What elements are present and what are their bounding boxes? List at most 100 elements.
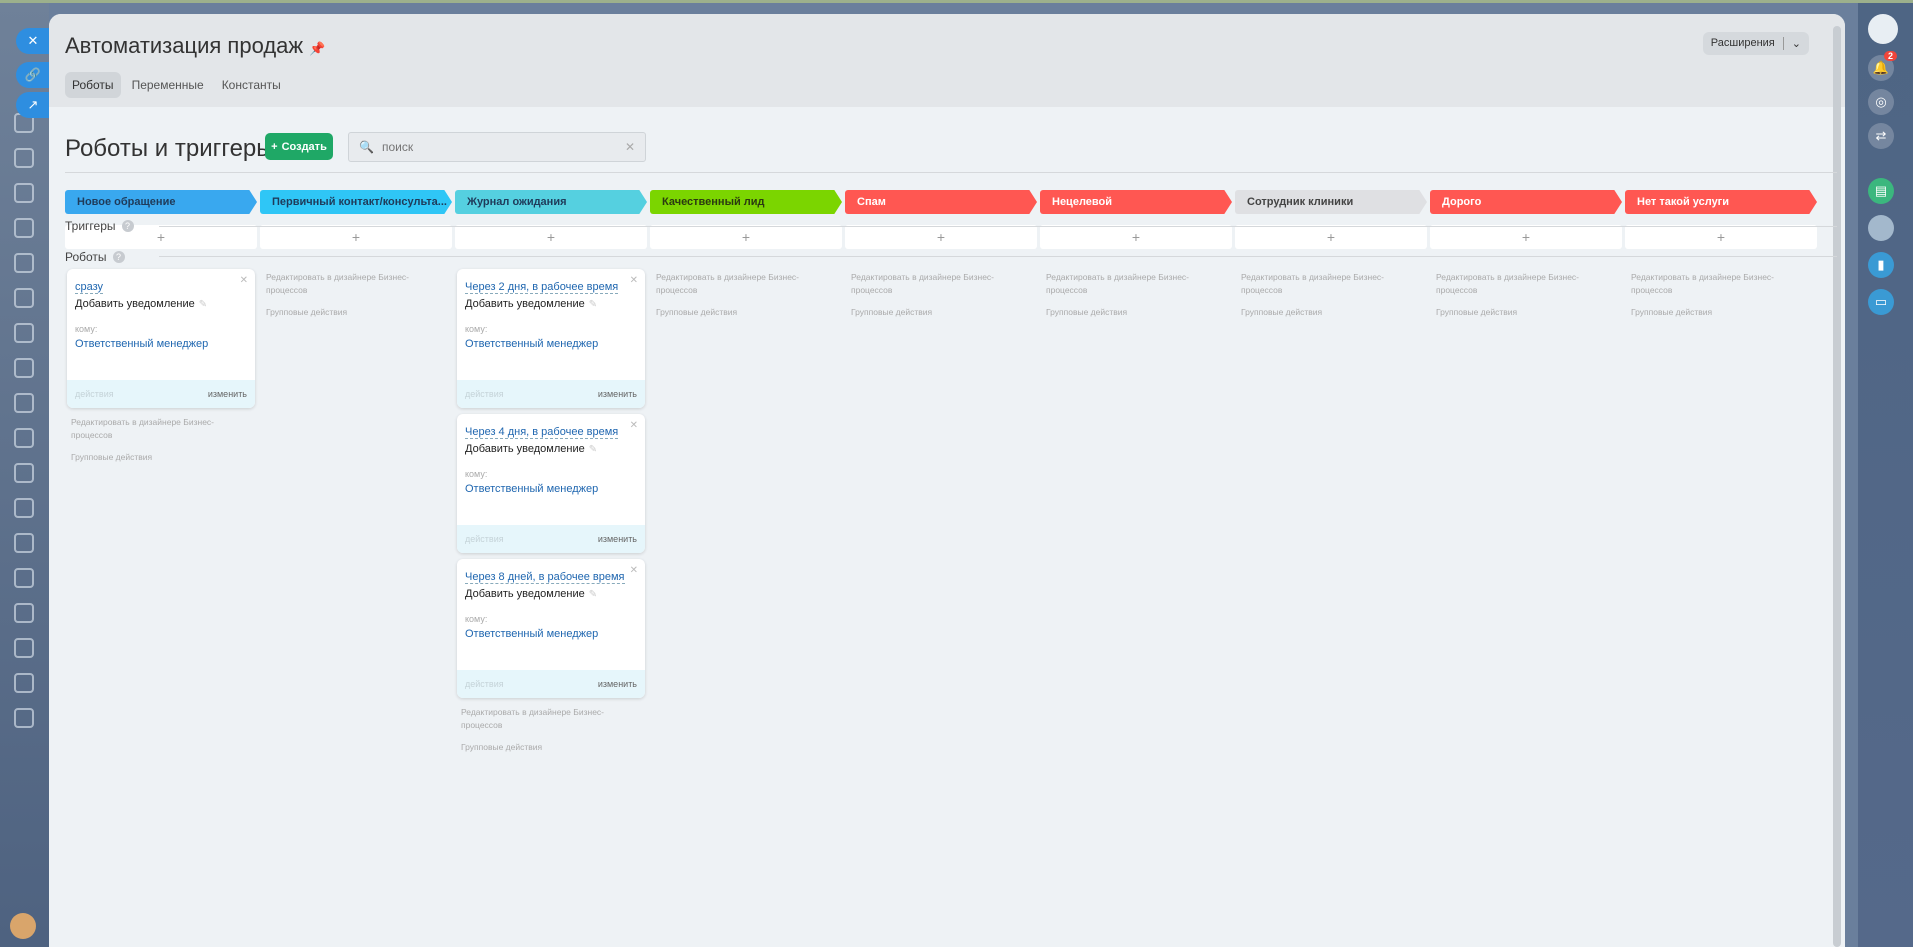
scrollbar[interactable] bbox=[1833, 26, 1841, 947]
stage-header[interactable]: Спам bbox=[845, 190, 1037, 214]
close-icon[interactable]: ✕ bbox=[630, 275, 638, 286]
designer-link[interactable]: Редактировать в дизайнере Бизнес-процесс… bbox=[67, 414, 255, 444]
group-actions-link[interactable]: Групповые действия bbox=[67, 444, 255, 462]
menu-icon[interactable] bbox=[14, 533, 34, 553]
menu-icon[interactable] bbox=[14, 463, 34, 483]
recipient-value[interactable]: Ответственный менеджер bbox=[75, 338, 247, 350]
menu-icon[interactable] bbox=[14, 253, 34, 273]
group-actions-link[interactable]: Групповые действия bbox=[652, 299, 840, 317]
menu-icon[interactable] bbox=[14, 568, 34, 588]
stage-header[interactable]: Нет такой услуги bbox=[1625, 190, 1817, 214]
robot-delay-link[interactable]: Через 4 дня, в рабочее время bbox=[465, 426, 619, 439]
edit-link[interactable]: изменить bbox=[208, 389, 247, 399]
create-button[interactable]: + Создать bbox=[265, 133, 333, 160]
user-avatar[interactable] bbox=[10, 913, 36, 939]
designer-link[interactable]: Редактировать в дизайнере Бизнес-процесс… bbox=[1237, 269, 1425, 299]
add-trigger-button[interactable]: + bbox=[1040, 225, 1232, 249]
contact-avatar[interactable] bbox=[1868, 215, 1894, 241]
menu-icon[interactable] bbox=[14, 603, 34, 623]
open-new-window-button[interactable]: ↗ bbox=[16, 92, 50, 118]
menu-icon[interactable] bbox=[14, 148, 34, 168]
close-icon[interactable]: ✕ bbox=[240, 275, 248, 286]
menu-icon[interactable] bbox=[14, 498, 34, 518]
actions-link[interactable]: действия bbox=[465, 679, 504, 689]
add-trigger-button[interactable]: + bbox=[1430, 225, 1622, 249]
messages-icon[interactable]: ▭ bbox=[1868, 289, 1894, 315]
robot-delay-link[interactable]: сразу bbox=[75, 281, 104, 294]
menu-icon[interactable] bbox=[14, 428, 34, 448]
close-icon[interactable]: ✕ bbox=[630, 420, 638, 431]
stage-header[interactable]: Нецелевой bbox=[1040, 190, 1232, 214]
menu-icon[interactable] bbox=[14, 288, 34, 308]
designer-link[interactable]: Редактировать в дизайнере Бизнес-процесс… bbox=[1627, 269, 1815, 299]
bell-icon[interactable]: 🔔 2 bbox=[1868, 51, 1898, 81]
edit-link[interactable]: изменить bbox=[598, 534, 637, 544]
target-icon[interactable]: ◎ bbox=[1868, 89, 1894, 115]
menu-icon[interactable] bbox=[14, 358, 34, 378]
designer-link[interactable]: Редактировать в дизайнере Бизнес-процесс… bbox=[262, 269, 450, 299]
menu-icon[interactable] bbox=[14, 393, 34, 413]
close-icon[interactable]: ✕ bbox=[630, 565, 638, 576]
pencil-icon[interactable]: ✎ bbox=[589, 444, 597, 455]
chat-icon[interactable]: ⇄ bbox=[1868, 123, 1894, 149]
stage-header[interactable]: Новое обращение bbox=[65, 190, 257, 214]
add-trigger-button[interactable]: + bbox=[455, 225, 647, 249]
help-icon[interactable]: ? bbox=[112, 251, 125, 263]
pencil-icon[interactable]: ✎ bbox=[199, 299, 207, 310]
add-trigger-button[interactable]: + bbox=[260, 225, 452, 249]
recipient-value[interactable]: Ответственный менеджер bbox=[465, 628, 637, 640]
close-slider-button[interactable]: ✕ bbox=[16, 28, 50, 54]
actions-link[interactable]: действия bbox=[465, 534, 504, 544]
tab-robots[interactable]: Роботы bbox=[65, 72, 121, 98]
company-avatar[interactable] bbox=[1868, 14, 1898, 44]
menu-icon[interactable] bbox=[14, 708, 34, 728]
add-trigger-button[interactable]: + bbox=[845, 225, 1037, 249]
actions-link[interactable]: действия bbox=[465, 389, 504, 399]
pencil-icon[interactable]: ✎ bbox=[589, 589, 597, 600]
stage-header[interactable]: Журнал ожидания bbox=[455, 190, 647, 214]
robot-delay-link[interactable]: Через 8 дней, в рабочее время bbox=[465, 571, 625, 584]
stage-header[interactable]: Первичный контакт/консульта... bbox=[260, 190, 452, 214]
menu-icon[interactable] bbox=[14, 183, 34, 203]
group-actions-link[interactable]: Групповые действия bbox=[1042, 299, 1230, 317]
robot-title-text: Добавить уведомление bbox=[465, 443, 585, 455]
tab-variables[interactable]: Переменные bbox=[125, 72, 211, 98]
group-actions-link[interactable]: Групповые действия bbox=[1237, 299, 1425, 317]
bookmark-icon[interactable]: ▮ bbox=[1868, 252, 1894, 278]
pencil-icon[interactable]: ✎ bbox=[589, 299, 597, 310]
designer-link[interactable]: Редактировать в дизайнере Бизнес-процесс… bbox=[652, 269, 840, 299]
stage-header[interactable]: Качественный лид bbox=[650, 190, 842, 214]
designer-link[interactable]: Редактировать в дизайнере Бизнес-процесс… bbox=[457, 704, 645, 734]
menu-icon[interactable] bbox=[14, 323, 34, 343]
group-actions-link[interactable]: Групповые действия bbox=[262, 299, 450, 317]
tab-constants[interactable]: Константы bbox=[215, 72, 288, 98]
group-actions-link[interactable]: Групповые действия bbox=[847, 299, 1035, 317]
group-actions-link[interactable]: Групповые действия bbox=[1432, 299, 1620, 317]
menu-icon[interactable] bbox=[14, 218, 34, 238]
group-actions-link[interactable]: Групповые действия bbox=[457, 734, 645, 752]
recipient-value[interactable]: Ответственный менеджер bbox=[465, 483, 637, 495]
stage-header[interactable]: Сотрудник клиники bbox=[1235, 190, 1427, 214]
menu-icon[interactable] bbox=[14, 638, 34, 658]
clear-icon[interactable]: ✕ bbox=[625, 140, 635, 154]
recipient-value[interactable]: Ответственный менеджер bbox=[465, 338, 637, 350]
stage-header[interactable]: Дорого bbox=[1430, 190, 1622, 214]
help-icon[interactable]: ? bbox=[121, 220, 134, 232]
menu-icon[interactable] bbox=[14, 673, 34, 693]
designer-link[interactable]: Редактировать в дизайнере Бизнес-процесс… bbox=[847, 269, 1035, 299]
add-trigger-button[interactable]: + bbox=[1235, 225, 1427, 249]
edit-link[interactable]: изменить bbox=[598, 389, 637, 399]
edit-link[interactable]: изменить bbox=[598, 679, 637, 689]
actions-link[interactable]: действия bbox=[75, 389, 114, 399]
robot-delay-link[interactable]: Через 2 дня, в рабочее время bbox=[465, 281, 619, 294]
extensions-button[interactable]: Расширения ⌄ bbox=[1702, 32, 1809, 55]
copy-link-button[interactable]: 🔗 bbox=[16, 62, 50, 88]
designer-link[interactable]: Редактировать в дизайнере Бизнес-процесс… bbox=[1432, 269, 1620, 299]
add-trigger-button[interactable]: + bbox=[650, 225, 842, 249]
news-icon[interactable]: ▤ bbox=[1868, 178, 1894, 204]
search-input[interactable] bbox=[381, 140, 617, 154]
designer-link[interactable]: Редактировать в дизайнере Бизнес-процесс… bbox=[1042, 269, 1230, 299]
add-trigger-button[interactable]: + bbox=[1625, 225, 1817, 249]
pin-icon[interactable]: 📌 bbox=[309, 41, 325, 56]
group-actions-link[interactable]: Групповые действия bbox=[1627, 299, 1815, 317]
